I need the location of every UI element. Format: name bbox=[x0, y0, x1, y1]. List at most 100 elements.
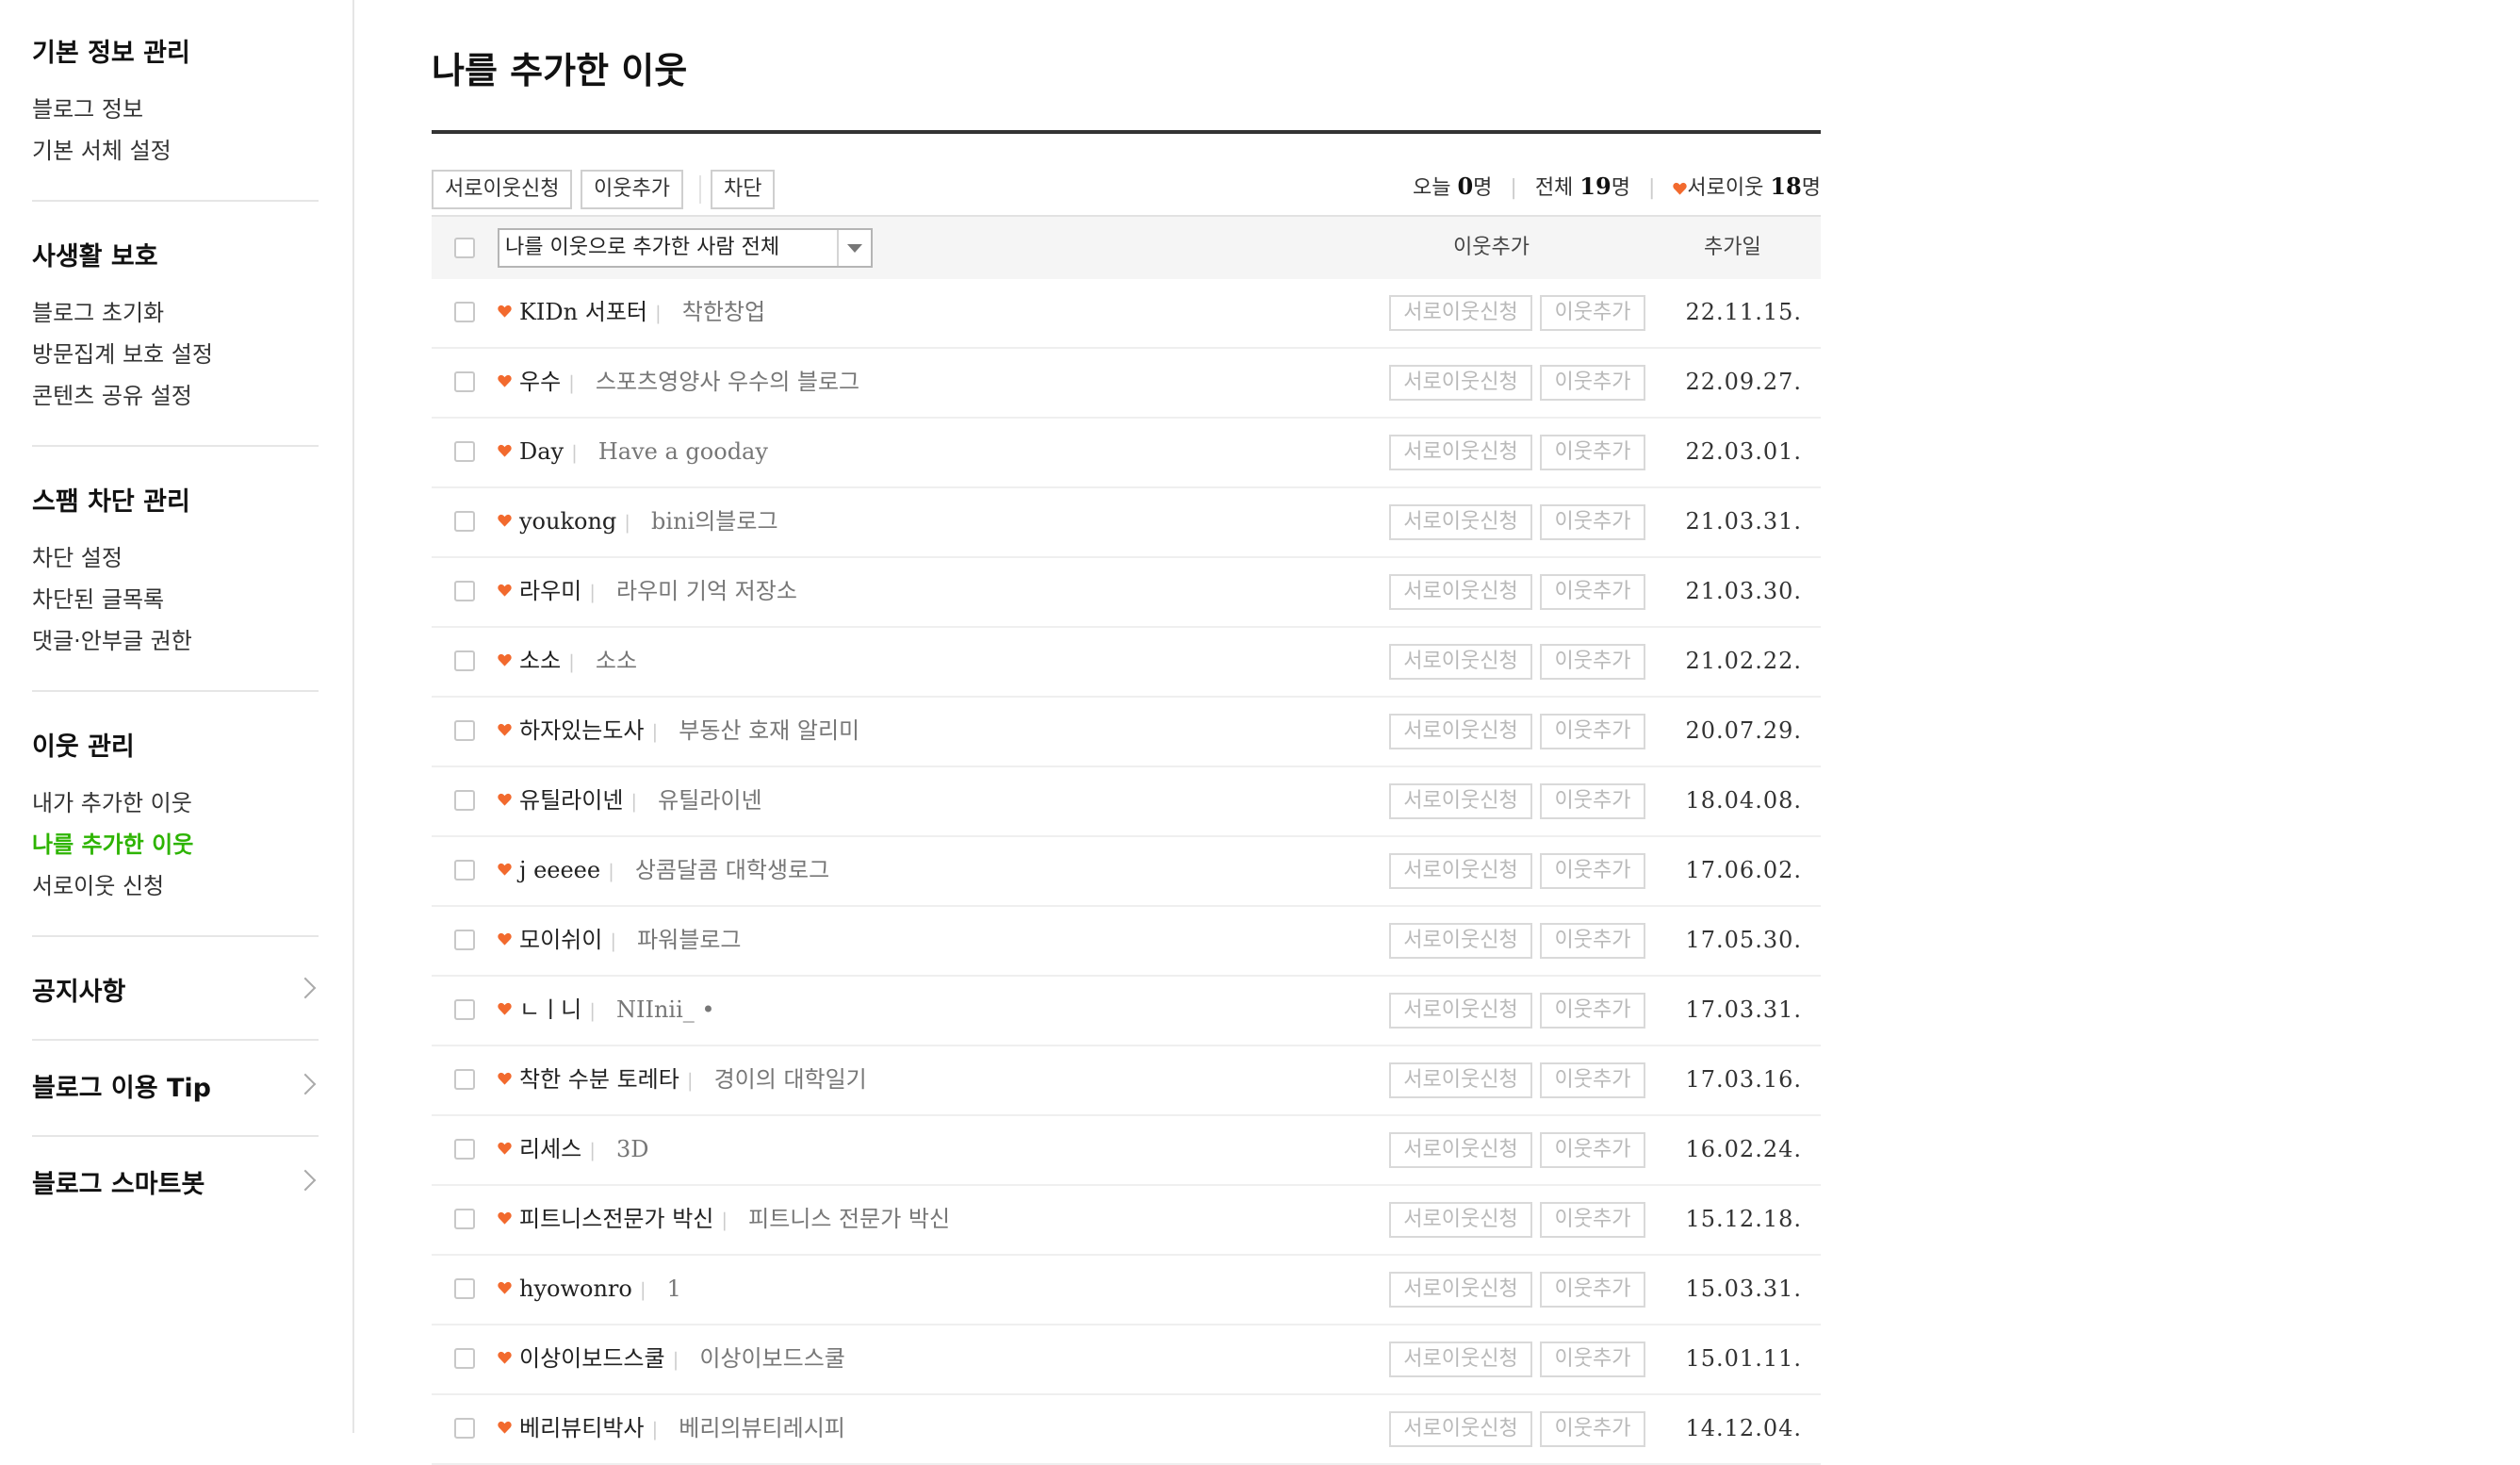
sidebar-item[interactable]: 서로이웃 신청 bbox=[32, 865, 319, 907]
neighbor-name[interactable]: 하자있는도사 bbox=[519, 717, 644, 744]
row-add-neighbor-button[interactable]: 이웃추가 bbox=[1540, 365, 1645, 401]
row-mutual-request-button[interactable]: 서로이웃신청 bbox=[1389, 853, 1532, 889]
row-add-neighbor-button[interactable]: 이웃추가 bbox=[1540, 295, 1645, 331]
blog-name[interactable]: 상콤달콤 대학생로그 bbox=[635, 857, 829, 883]
row-checkbox[interactable] bbox=[454, 371, 475, 392]
row-add-neighbor-button[interactable]: 이웃추가 bbox=[1540, 783, 1645, 819]
row-checkbox[interactable] bbox=[454, 441, 475, 462]
neighbor-name[interactable]: 유틸라이넨 bbox=[519, 787, 623, 814]
sidebar-item[interactable]: 방문집계 보호 설정 bbox=[32, 334, 319, 375]
row-checkbox[interactable] bbox=[454, 930, 475, 950]
blog-name[interactable]: 베리의뷰티레시피 bbox=[679, 1415, 845, 1441]
row-add-neighbor-button[interactable]: 이웃추가 bbox=[1540, 1272, 1645, 1308]
sidebar-item[interactable]: 차단 설정 bbox=[32, 537, 319, 579]
row-add-neighbor-button[interactable]: 이웃추가 bbox=[1540, 574, 1645, 610]
row-add-neighbor-button[interactable]: 이웃추가 bbox=[1540, 993, 1645, 1029]
row-mutual-request-button[interactable]: 서로이웃신청 bbox=[1389, 993, 1532, 1029]
row-mutual-request-button[interactable]: 서로이웃신청 bbox=[1389, 1202, 1532, 1238]
row-mutual-request-button[interactable]: 서로이웃신청 bbox=[1389, 1132, 1532, 1168]
blog-name[interactable]: 경이의 대학일기 bbox=[714, 1066, 867, 1093]
row-add-neighbor-button[interactable]: 이웃추가 bbox=[1540, 1202, 1645, 1238]
neighbor-name[interactable]: 소소 bbox=[519, 648, 561, 674]
row-checkbox[interactable] bbox=[454, 790, 475, 811]
neighbor-name[interactable]: ㄴㅣ니 bbox=[519, 996, 581, 1023]
blog-name[interactable]: 스포츠영양사 우수의 블로그 bbox=[596, 369, 859, 395]
neighbor-name[interactable]: hyowonro bbox=[519, 1276, 632, 1302]
row-mutual-request-button[interactable]: 서로이웃신청 bbox=[1389, 923, 1532, 959]
row-mutual-request-button[interactable]: 서로이웃신청 bbox=[1389, 504, 1532, 540]
row-mutual-request-button[interactable]: 서로이웃신청 bbox=[1389, 644, 1532, 680]
neighbor-name[interactable]: 이상이보드스쿨 bbox=[519, 1345, 665, 1372]
neighbor-name[interactable]: Day bbox=[519, 438, 564, 465]
row-add-neighbor-button[interactable]: 이웃추가 bbox=[1540, 1062, 1645, 1098]
row-checkbox[interactable] bbox=[454, 1139, 475, 1160]
row-checkbox[interactable] bbox=[454, 1278, 475, 1299]
row-mutual-request-button[interactable]: 서로이웃신청 bbox=[1389, 1342, 1532, 1377]
neighbor-name[interactable]: youkong bbox=[519, 508, 616, 535]
block-button[interactable]: 차단 bbox=[711, 170, 776, 209]
neighbor-name[interactable]: 라우미 bbox=[519, 578, 581, 604]
blog-name[interactable]: 착한창업 bbox=[682, 299, 765, 325]
blog-name[interactable]: 유틸라이넨 bbox=[658, 787, 761, 814]
triangle-down-icon[interactable] bbox=[837, 230, 871, 266]
row-checkbox[interactable] bbox=[454, 720, 475, 741]
blog-name[interactable]: NIInii_ • bbox=[616, 996, 715, 1023]
row-add-neighbor-button[interactable]: 이웃추가 bbox=[1540, 1132, 1645, 1168]
row-add-neighbor-button[interactable]: 이웃추가 bbox=[1540, 853, 1645, 889]
sidebar-item[interactable]: 콘텐츠 공유 설정 bbox=[32, 375, 319, 417]
add-neighbor-button[interactable]: 이웃추가 bbox=[581, 170, 683, 209]
row-mutual-request-button[interactable]: 서로이웃신청 bbox=[1389, 1062, 1532, 1098]
row-add-neighbor-button[interactable]: 이웃추가 bbox=[1540, 644, 1645, 680]
row-checkbox[interactable] bbox=[454, 581, 475, 601]
sidebar-link[interactable]: 공지사항 bbox=[32, 977, 319, 1041]
mutual-request-button[interactable]: 서로이웃신청 bbox=[432, 170, 573, 209]
blog-name[interactable]: bini의블로그 bbox=[651, 508, 778, 535]
sidebar-item[interactable]: 블로그 초기화 bbox=[32, 292, 319, 334]
row-add-neighbor-button[interactable]: 이웃추가 bbox=[1540, 1411, 1645, 1447]
row-mutual-request-button[interactable]: 서로이웃신청 bbox=[1389, 574, 1532, 610]
blog-name[interactable]: 1 bbox=[667, 1276, 681, 1302]
neighbor-name[interactable]: 피트니스전문가 박신 bbox=[519, 1206, 713, 1232]
sidebar-item[interactable]: 나를 추가한 이웃 bbox=[32, 824, 319, 865]
blog-name[interactable]: 파워블로그 bbox=[637, 927, 741, 953]
blog-name[interactable]: 소소 bbox=[596, 648, 637, 674]
row-mutual-request-button[interactable]: 서로이웃신청 bbox=[1389, 365, 1532, 401]
row-checkbox[interactable] bbox=[454, 1348, 475, 1369]
row-checkbox[interactable] bbox=[454, 511, 475, 532]
row-add-neighbor-button[interactable]: 이웃추가 bbox=[1540, 504, 1645, 540]
neighbor-name[interactable]: KIDn 서포터 bbox=[519, 299, 647, 325]
row-checkbox[interactable] bbox=[454, 1418, 475, 1439]
blog-name[interactable]: Have a gooday bbox=[598, 438, 768, 465]
sidebar-link[interactable]: 블로그 이용 Tip bbox=[32, 1073, 319, 1137]
neighbor-name[interactable]: 리세스 bbox=[519, 1136, 581, 1162]
sidebar-item[interactable]: 댓글·안부글 권한 bbox=[32, 620, 319, 662]
blog-name[interactable]: 3D bbox=[616, 1136, 649, 1162]
row-checkbox[interactable] bbox=[454, 650, 475, 671]
row-checkbox[interactable] bbox=[454, 1209, 475, 1229]
row-checkbox[interactable] bbox=[454, 302, 475, 322]
row-checkbox[interactable] bbox=[454, 1069, 475, 1090]
sidebar-item[interactable]: 블로그 정보 bbox=[32, 89, 319, 130]
row-add-neighbor-button[interactable]: 이웃추가 bbox=[1540, 923, 1645, 959]
neighbor-name[interactable]: j eeeee bbox=[519, 857, 600, 883]
blog-name[interactable]: 피트니스 전문가 박신 bbox=[748, 1206, 950, 1232]
row-add-neighbor-button[interactable]: 이웃추가 bbox=[1540, 435, 1645, 470]
row-mutual-request-button[interactable]: 서로이웃신청 bbox=[1389, 435, 1532, 470]
sidebar-link[interactable]: 블로그 스마트봇 bbox=[32, 1169, 319, 1231]
row-mutual-request-button[interactable]: 서로이웃신청 bbox=[1389, 714, 1532, 749]
row-mutual-request-button[interactable]: 서로이웃신청 bbox=[1389, 783, 1532, 819]
row-add-neighbor-button[interactable]: 이웃추가 bbox=[1540, 1342, 1645, 1377]
row-mutual-request-button[interactable]: 서로이웃신청 bbox=[1389, 1272, 1532, 1308]
blog-name[interactable]: 이상이보드스쿨 bbox=[699, 1345, 845, 1372]
neighbor-name[interactable]: 우수 bbox=[519, 369, 561, 395]
sidebar-item[interactable]: 내가 추가한 이웃 bbox=[32, 782, 319, 824]
neighbor-name[interactable]: 베리뷰티박사 bbox=[519, 1415, 644, 1441]
neighbor-name[interactable]: 모이쉬이 bbox=[519, 927, 602, 953]
neighbor-filter-select[interactable]: 나를 이웃으로 추가한 사람 전체 bbox=[498, 228, 873, 268]
blog-name[interactable]: 부동산 호재 알리미 bbox=[679, 717, 859, 744]
row-mutual-request-button[interactable]: 서로이웃신청 bbox=[1389, 1411, 1532, 1447]
row-mutual-request-button[interactable]: 서로이웃신청 bbox=[1389, 295, 1532, 331]
select-all-checkbox[interactable] bbox=[454, 238, 475, 258]
row-add-neighbor-button[interactable]: 이웃추가 bbox=[1540, 714, 1645, 749]
neighbor-name[interactable]: 착한 수분 토레타 bbox=[519, 1066, 679, 1093]
